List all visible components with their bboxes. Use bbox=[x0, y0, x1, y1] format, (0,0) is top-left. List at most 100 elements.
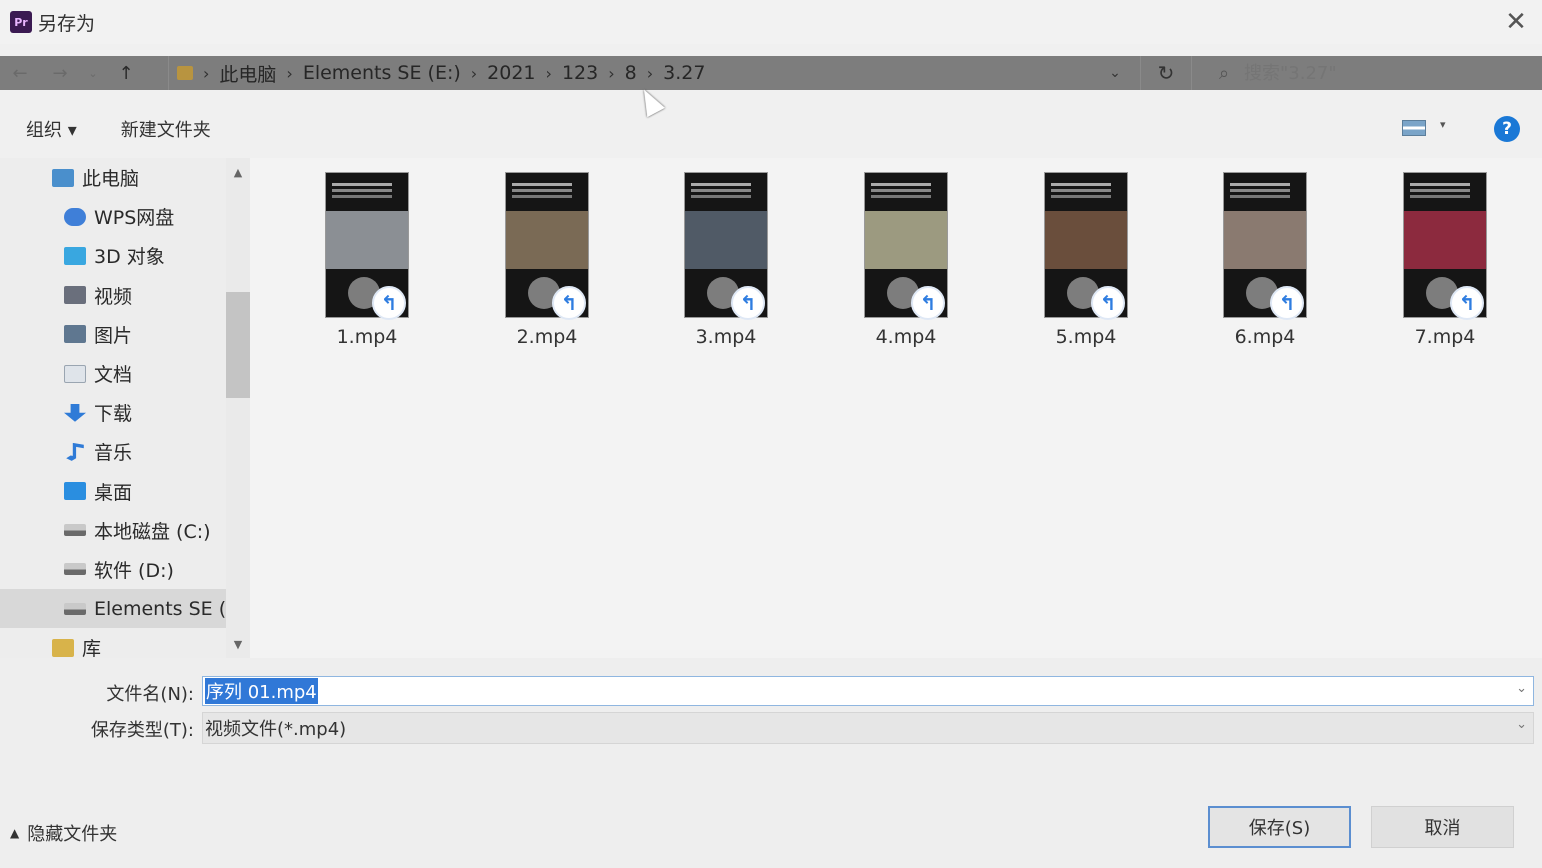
sidebar-item-documents[interactable]: 文档 bbox=[0, 354, 226, 393]
sidebar-item-desktop[interactable]: 桌面 bbox=[0, 472, 226, 511]
filetype-select[interactable]: 视频文件(*.mp4) ⌄ bbox=[202, 712, 1534, 744]
sidebar-item-drive-c[interactable]: 本地磁盘 (C:) bbox=[0, 511, 226, 550]
drive-icon bbox=[64, 524, 86, 537]
breadcrumb-separator: › bbox=[646, 63, 654, 83]
breadcrumb-item[interactable]: Elements SE (E:) bbox=[303, 62, 461, 84]
help-button[interactable]: ? bbox=[1494, 116, 1520, 142]
sidebar-scrollbar[interactable]: ▲ ▼ bbox=[226, 158, 250, 658]
arrow-left-icon: ← bbox=[12, 62, 28, 84]
command-bar: 组织 ▾ 新建文件夹 ▾ ? bbox=[0, 110, 1542, 148]
file-name: 6.mp4 bbox=[1234, 326, 1296, 348]
file-item[interactable]: ↰ 6.mp4 bbox=[1200, 170, 1330, 360]
premiere-app-icon: Pr bbox=[10, 11, 32, 33]
save-button[interactable]: 保存(S) bbox=[1208, 806, 1351, 848]
cancel-button[interactable]: 取消 bbox=[1371, 806, 1514, 848]
thumbnail-scene bbox=[865, 211, 947, 269]
thumbnail-scene bbox=[1045, 211, 1127, 269]
sidebar-item-label: 库 bbox=[82, 638, 102, 658]
file-list: ↰ 1.mp4 ↰ 2.mp4 ↰ 3.mp4 ↰ 4.mp4 ↰ 5.mp4 … bbox=[250, 158, 1542, 658]
filename-selected-text[interactable]: 序列 01.mp4 bbox=[205, 678, 318, 704]
view-options-icon[interactable] bbox=[1402, 120, 1426, 136]
close-icon: ✕ bbox=[1505, 7, 1527, 37]
sidebar-item-wps-cloud[interactable]: WPS网盘 bbox=[0, 197, 226, 236]
drive-icon bbox=[64, 602, 86, 615]
pictures-icon bbox=[64, 325, 86, 344]
library-icon bbox=[52, 638, 74, 657]
organize-button[interactable]: 组织 ▾ bbox=[26, 116, 77, 142]
scroll-down-icon[interactable]: ▼ bbox=[226, 632, 250, 656]
view-dropdown-icon[interactable]: ▾ bbox=[1440, 118, 1446, 131]
shortcut-arrow-icon: ↰ bbox=[552, 286, 586, 320]
sidebar-item-3d-objects[interactable]: 3D 对象 bbox=[0, 236, 226, 275]
address-dropdown-button[interactable]: ⌄ bbox=[1100, 56, 1130, 90]
sidebar-item-this-pc[interactable]: 此电脑 bbox=[0, 158, 226, 197]
shortcut-arrow-icon: ↰ bbox=[372, 286, 406, 320]
file-name: 3.mp4 bbox=[695, 326, 757, 348]
thumbnail-scene bbox=[685, 211, 767, 269]
scroll-up-icon[interactable]: ▲ bbox=[226, 160, 250, 184]
sidebar-item-drive-e[interactable]: Elements SE (E bbox=[0, 589, 226, 629]
sidebar-item-label: 文档 bbox=[94, 364, 133, 387]
filename-field[interactable]: 序列 01.mp4 ⌄ bbox=[202, 676, 1534, 706]
file-name: 1.mp4 bbox=[336, 326, 398, 348]
chevron-down-icon[interactable]: ⌄ bbox=[1516, 717, 1527, 732]
filename-label: 文件名(N): bbox=[106, 684, 194, 705]
search-input[interactable] bbox=[1244, 62, 1514, 84]
file-item[interactable]: ↰ 5.mp4 bbox=[1021, 170, 1151, 360]
hide-folders-toggle[interactable]: ▲ 隐藏文件夹 bbox=[10, 820, 117, 846]
breadcrumb-item[interactable]: 8 bbox=[625, 62, 637, 84]
file-item[interactable]: ↰ 4.mp4 bbox=[841, 170, 971, 360]
arrow-up-icon: ↑ bbox=[118, 62, 134, 84]
refresh-button[interactable]: ↻ bbox=[1140, 56, 1192, 90]
app-icon-text: Pr bbox=[14, 15, 28, 29]
sidebar-item-label: 3D 对象 bbox=[94, 246, 165, 269]
title-bar: Pr 另存为 ✕ bbox=[0, 0, 1542, 44]
breadcrumb-separator: › bbox=[545, 63, 552, 83]
shortcut-arrow-icon: ↰ bbox=[911, 286, 945, 320]
3d-objects-icon bbox=[64, 246, 86, 265]
filetype-value: 视频文件(*.mp4) bbox=[205, 719, 347, 740]
chevron-down-icon: ⌄ bbox=[88, 66, 98, 80]
scrollbar-thumb[interactable] bbox=[226, 292, 250, 398]
forward-button[interactable]: → bbox=[40, 56, 80, 90]
close-button[interactable]: ✕ bbox=[1498, 4, 1534, 40]
file-name: 7.mp4 bbox=[1414, 326, 1476, 348]
breadcrumb-item[interactable]: 123 bbox=[562, 62, 598, 84]
sidebar-item-music[interactable]: 音乐 bbox=[0, 432, 226, 471]
sidebar-item-libraries[interactable]: 库 bbox=[0, 628, 226, 658]
sidebar-item-label: 图片 bbox=[94, 324, 133, 347]
chevron-down-icon[interactable]: ⌄ bbox=[1516, 681, 1527, 696]
thumbnail-caption bbox=[1410, 183, 1470, 186]
file-item[interactable]: ↰ 1.mp4 bbox=[302, 170, 432, 360]
sidebar-item-videos[interactable]: 视频 bbox=[0, 276, 226, 315]
search-icon: ⌕ bbox=[1218, 62, 1230, 84]
recent-locations-button[interactable]: ⌄ bbox=[80, 56, 106, 90]
sidebar-item-drive-d[interactable]: 软件 (D:) bbox=[0, 550, 226, 589]
dialog-title: 另存为 bbox=[38, 12, 96, 35]
filetype-label: 保存类型(T): bbox=[90, 720, 194, 741]
sidebar-item-downloads[interactable]: 下载 bbox=[0, 393, 226, 432]
thumbnail-scene bbox=[1404, 211, 1486, 269]
sidebar-item-pictures[interactable]: 图片 bbox=[0, 315, 226, 354]
navigation-pane: 此电脑 WPS网盘 3D 对象 视频 图片 文档 下载 音乐 桌面 本地磁盘 (… bbox=[0, 158, 226, 658]
computer-icon bbox=[52, 168, 74, 187]
breadcrumb-separator: › bbox=[203, 63, 210, 83]
music-icon bbox=[66, 442, 84, 461]
sidebar-item-label: 视频 bbox=[94, 285, 133, 308]
shortcut-arrow-icon: ↰ bbox=[731, 286, 765, 320]
breadcrumb-item[interactable]: 2021 bbox=[487, 62, 535, 84]
sidebar-item-label: 音乐 bbox=[94, 442, 133, 465]
back-button[interactable]: ← bbox=[0, 56, 40, 90]
breadcrumb-item[interactable]: 此电脑 bbox=[219, 60, 276, 87]
file-item[interactable]: ↰ 2.mp4 bbox=[482, 170, 612, 360]
up-button[interactable]: ↑ bbox=[106, 56, 146, 90]
new-folder-button[interactable]: 新建文件夹 bbox=[121, 116, 211, 142]
file-item[interactable]: ↰ 7.mp4 bbox=[1380, 170, 1510, 360]
search-box[interactable]: ⌕ bbox=[1204, 58, 1534, 88]
sidebar-item-label: 桌面 bbox=[94, 481, 133, 504]
help-icon: ? bbox=[1502, 119, 1512, 139]
thumbnail-caption bbox=[332, 183, 392, 186]
file-item[interactable]: ↰ 3.mp4 bbox=[661, 170, 791, 360]
breadcrumb-item[interactable]: 3.27 bbox=[663, 62, 705, 84]
arrow-right-icon: → bbox=[52, 62, 68, 84]
